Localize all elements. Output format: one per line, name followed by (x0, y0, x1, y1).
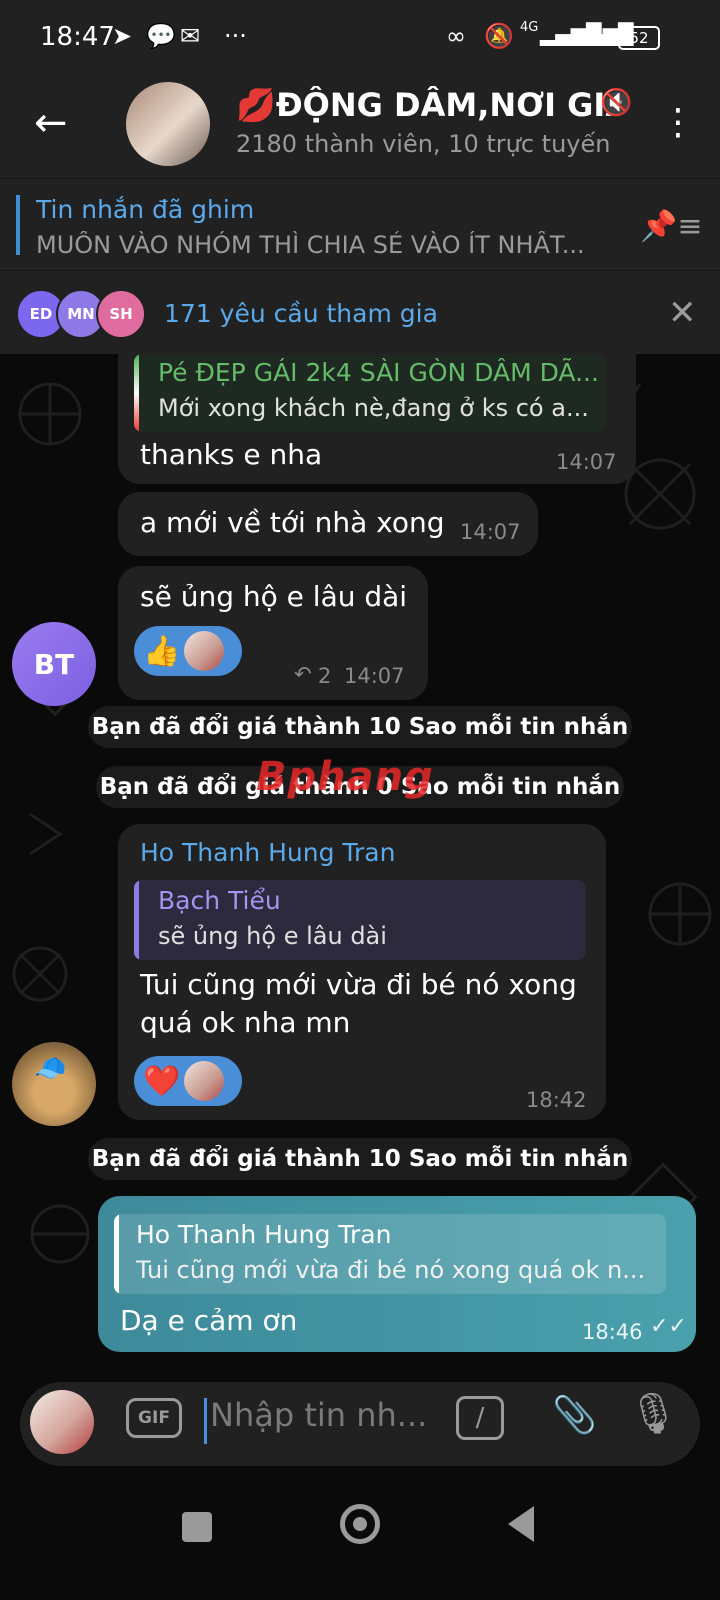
reply-quote[interactable]: Bạch Tiểu sẽ ủng hộ e lâu dài (134, 880, 586, 960)
recents-button[interactable] (182, 1512, 212, 1542)
more-menu-icon[interactable]: ⋮ (660, 102, 696, 143)
join-requests-bar[interactable]: ED MN SH 171 yêu cầu tham gia ✕ (0, 270, 720, 355)
reply-arrow-icon[interactable]: ↶ (294, 662, 312, 686)
attach-icon[interactable]: 📎 (552, 1394, 597, 1436)
group-avatar[interactable] (126, 82, 210, 166)
double-check-icon: ✓✓ (650, 1314, 687, 1339)
quote-bar (114, 1214, 119, 1294)
own-message-bubble[interactable]: Ho Thanh Hung Tran Tui cũng mới vừa đi b… (98, 1196, 696, 1352)
message-text: thanks e nha (140, 438, 323, 471)
message-time: 18:42 (526, 1088, 587, 1112)
reply-sender: Ho Thanh Hung Tran (136, 1220, 392, 1249)
group-title[interactable]: 💋ĐỘNG DÂM,NƠI GIA (236, 86, 616, 124)
message-bubble[interactable]: a mới về tới nhà xong 14:07 (118, 492, 538, 556)
pinned-indicator (16, 195, 20, 255)
pinned-title: Tin nhắn đã ghim (36, 195, 255, 224)
reactor-avatar (184, 631, 224, 671)
reply-text: Tui cũng mới vừa đi bé nó xong quá ok n.… (136, 1256, 646, 1284)
composer: GIF Nhập tin nh... / 📎 🎙 (0, 1370, 720, 1476)
message-time: 14:07 (460, 520, 521, 544)
pin-list-icon[interactable]: 📌≡ (640, 209, 703, 244)
clock: 18:47 (40, 22, 115, 52)
reaction-chip[interactable]: ❤️ (134, 1056, 242, 1106)
close-icon[interactable]: ✕ (668, 293, 697, 333)
service-message: Bạn đã đổi giá thành 10 Sao mỗi tin nhắn (88, 1138, 632, 1180)
quote-bar (134, 354, 139, 432)
join-requests-label: 171 yêu cầu tham gia (164, 299, 438, 328)
reply-count[interactable]: 2 (318, 664, 331, 688)
message-text: a mới về tới nhà xong (140, 506, 445, 539)
network-label: 4G (520, 20, 539, 35)
watermark-logo: Bphang (256, 754, 434, 800)
home-button[interactable] (340, 1504, 380, 1544)
reaction-emoji: ❤️ (143, 1063, 181, 1099)
battery-icon: 52 (618, 26, 660, 50)
status-bar: 18:47 ➤ 💬 ✉ ··· ∞ 🔕 4G ▂▄▆█ ▂▄▆█ 52 (0, 0, 720, 78)
more-dots-icon: ··· (224, 22, 247, 50)
message-time: 14:07 (344, 664, 405, 688)
requester-avatar: SH (96, 289, 146, 339)
microphone-icon[interactable]: 🎙 (628, 1390, 679, 1437)
commands-button[interactable]: / (456, 1396, 504, 1440)
chat-header: ← 💋ĐỘNG DÂM,NƠI GIA 🔇 2180 thành viên, 1… (0, 78, 720, 178)
message-text: quá ok nha mn (140, 1006, 351, 1039)
reactor-avatar (184, 1061, 224, 1101)
reply-text: sẽ ủng hộ e lâu dài (158, 922, 387, 950)
reaction-emoji: 👍 (143, 633, 181, 669)
message-time: 18:46 (582, 1320, 643, 1344)
reaction-chip[interactable]: 👍 (134, 626, 242, 676)
message-time: 14:07 (556, 450, 617, 474)
quote-bar (134, 880, 139, 960)
sender-name[interactable]: Ho Thanh Hung Tran (140, 838, 395, 867)
bell-off-icon: 🔕 (484, 22, 514, 50)
pinned-text: MUỐN VÀO NHÓM THÌ CHIA SẺ VÀO ÍT NHẤT... (36, 231, 585, 259)
link-icon: ∞ (446, 22, 466, 50)
chat-icon: 💬 (146, 22, 176, 50)
gif-button[interactable]: GIF (126, 1398, 182, 1438)
sender-avatar[interactable]: BT (12, 622, 96, 706)
reply-quote[interactable]: Ho Thanh Hung Tran Tui cũng mới vừa đi b… (114, 1214, 666, 1294)
message-text: Dạ e cảm ơn (120, 1304, 298, 1337)
back-button[interactable] (508, 1506, 534, 1542)
service-message: Bạn đã đổi giá thành 10 Sao mỗi tin nhắn (88, 706, 632, 748)
mute-icon: 🔇 (600, 88, 633, 118)
message-bubble[interactable]: Pé ĐẸP GÁI 2k4 SÀI GÒN DÂM DÃ... Mới xon… (118, 354, 636, 484)
send-as-avatar[interactable] (30, 1390, 94, 1454)
message-text: Tui cũng mới vừa đi bé nó xong (140, 968, 577, 1001)
reply-sender: Bạch Tiểu (158, 886, 281, 915)
mail-icon: ✉ (180, 22, 201, 50)
pinned-message-bar[interactable]: Tin nhắn đã ghim MUỐN VÀO NHÓM THÌ CHIA … (0, 178, 720, 271)
reply-sender: Pé ĐẸP GÁI 2k4 SÀI GÒN DÂM DÃ... (158, 358, 598, 387)
message-bubble[interactable]: sẽ ủng hộ e lâu dài 👍 ↶ 2 14:07 (118, 566, 428, 700)
telegram-icon: ➤ (112, 22, 133, 50)
system-nav-bar (0, 1476, 720, 1600)
cap-icon: 🧢 (34, 1054, 67, 1084)
message-input[interactable]: Nhập tin nh... (210, 1396, 427, 1434)
message-text: sẽ ủng hộ e lâu dài (140, 580, 408, 613)
reply-text: Mới xong khách nè,đang ở ks có a... (158, 394, 589, 422)
text-caret (204, 1398, 207, 1444)
back-arrow-icon[interactable]: ← (34, 100, 68, 146)
message-bubble[interactable]: Ho Thanh Hung Tran Bạch Tiểu sẽ ủng hộ e… (118, 824, 606, 1120)
message-list[interactable]: Pé ĐẸP GÁI 2k4 SÀI GÒN DÂM DÃ... Mới xon… (0, 354, 720, 1384)
group-subtitle: 2180 thành viên, 10 trực tuyến (236, 130, 611, 158)
reply-quote[interactable]: Pé ĐẸP GÁI 2k4 SÀI GÒN DÂM DÃ... Mới xon… (134, 354, 606, 432)
